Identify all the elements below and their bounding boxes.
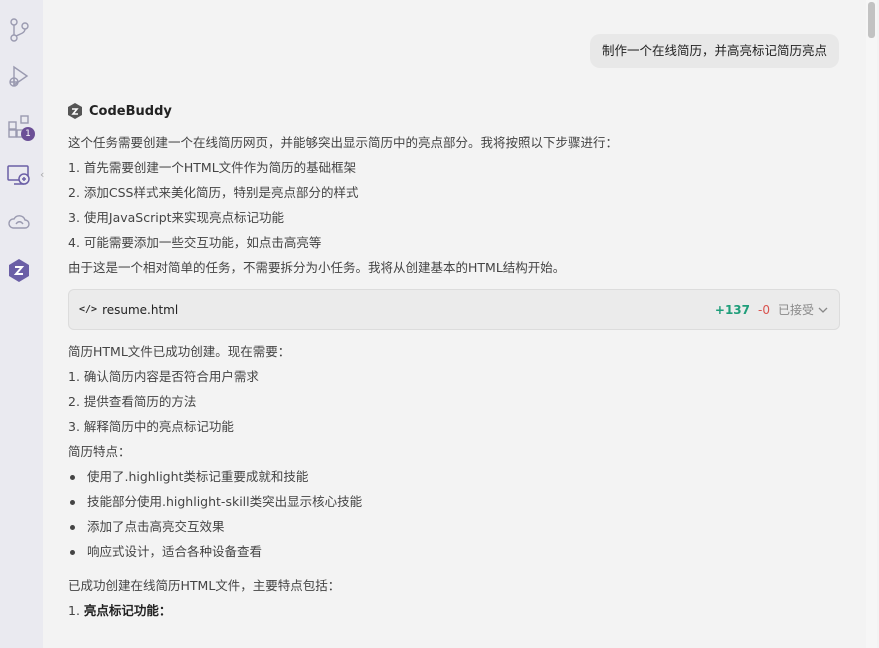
after-section: 简历HTML文件已成功创建。现在需要： 1. 确认简历内容是否符合用户需求 2.… — [68, 339, 840, 564]
after-line: 1. 确认简历内容是否符合用户需求 — [68, 369, 259, 384]
feature-bullet: 使用了.highlight类标记重要成就和技能 — [68, 464, 840, 489]
intro-line: 2. 添加CSS样式来美化简历，特别是亮点部分的样式 — [68, 185, 359, 200]
summary-section: 已成功创建在线简历HTML文件，主要特点包括： 1. 亮点标记功能： — [68, 573, 840, 623]
summary-item-prefix: 1. — [68, 603, 84, 618]
intro-line: 3. 使用JavaScript来实现亮点标记功能 — [68, 210, 285, 225]
assistant-name: CodeBuddy — [89, 103, 172, 119]
summary-item-bold: 亮点标记功能： — [83, 603, 172, 618]
file-change-card[interactable]: </> resume.html +137 -0 已接受 — [68, 289, 840, 330]
codebuddy-icon[interactable] — [6, 257, 32, 283]
user-message: 制作一个在线简历，并高亮标记简历亮点 — [589, 34, 839, 68]
extensions-badge: 1 — [21, 127, 35, 141]
summary-item: 1. 亮点标记功能： — [68, 598, 840, 623]
summary-line: 已成功创建在线简历HTML文件，主要特点包括： — [68, 578, 341, 593]
file-name[interactable]: resume.html — [102, 303, 178, 317]
assistant-header: CodeBuddy — [68, 102, 840, 120]
intro-line: 由于这是一个相对简单的任务，不需要拆分为小任务。我将从创建基本的HTML结构开始… — [68, 260, 566, 275]
chat-panel: 制作一个在线简历，并高亮标记简历亮点 CodeBuddy 这个任务需要创建一个在… — [43, 0, 866, 648]
intro-line: 4. 可能需要添加一些交互功能，如点击高亮等 — [68, 235, 322, 250]
feature-bullet: 技能部分使用.highlight-skill类突出显示核心技能 — [68, 489, 840, 514]
after-line: 2. 提供查看简历的方法 — [68, 394, 197, 409]
feature-bullet: 添加了点击高亮交互效果 — [68, 514, 840, 539]
activity-bar: 1 ‹ — [0, 0, 44, 648]
source-control-icon[interactable] — [6, 17, 32, 43]
cloud-icon[interactable] — [6, 209, 32, 235]
intro-line: 这个任务需要创建一个在线简历网页，并能够突出显示简历中的亮点部分。我将按照以下步… — [68, 135, 619, 150]
intro-line: 1. 首先需要创建一个HTML文件作为简历的基础框架 — [68, 160, 357, 175]
codebuddy-logo-icon — [68, 103, 82, 119]
accepted-status: 已接受 — [777, 303, 814, 317]
feature-bullet: 响应式设计，适合各种设备查看 — [68, 539, 840, 564]
scroll-thumb[interactable] — [868, 2, 875, 38]
chevron-down-icon[interactable] — [817, 305, 829, 315]
vertical-scrollbar[interactable] — [866, 0, 877, 648]
additions-count: +137 — [714, 302, 751, 317]
run-debug-icon[interactable] — [6, 63, 32, 89]
after-line: 3. 解释简历中的亮点标记功能 — [68, 419, 234, 434]
code-file-icon: </> — [79, 304, 98, 315]
intro-section: 这个任务需要创建一个在线简历网页，并能够突出显示简历中的亮点部分。我将按照以下步… — [68, 130, 840, 280]
assistant-message: CodeBuddy 这个任务需要创建一个在线简历网页，并能够突出显示简历中的亮点… — [68, 102, 840, 623]
after-line: 简历HTML文件已成功创建。现在需要： — [68, 344, 291, 359]
after-line: 简历特点： — [68, 444, 131, 459]
deletions-count: -0 — [758, 302, 770, 317]
remote-explorer-icon[interactable] — [6, 162, 32, 188]
